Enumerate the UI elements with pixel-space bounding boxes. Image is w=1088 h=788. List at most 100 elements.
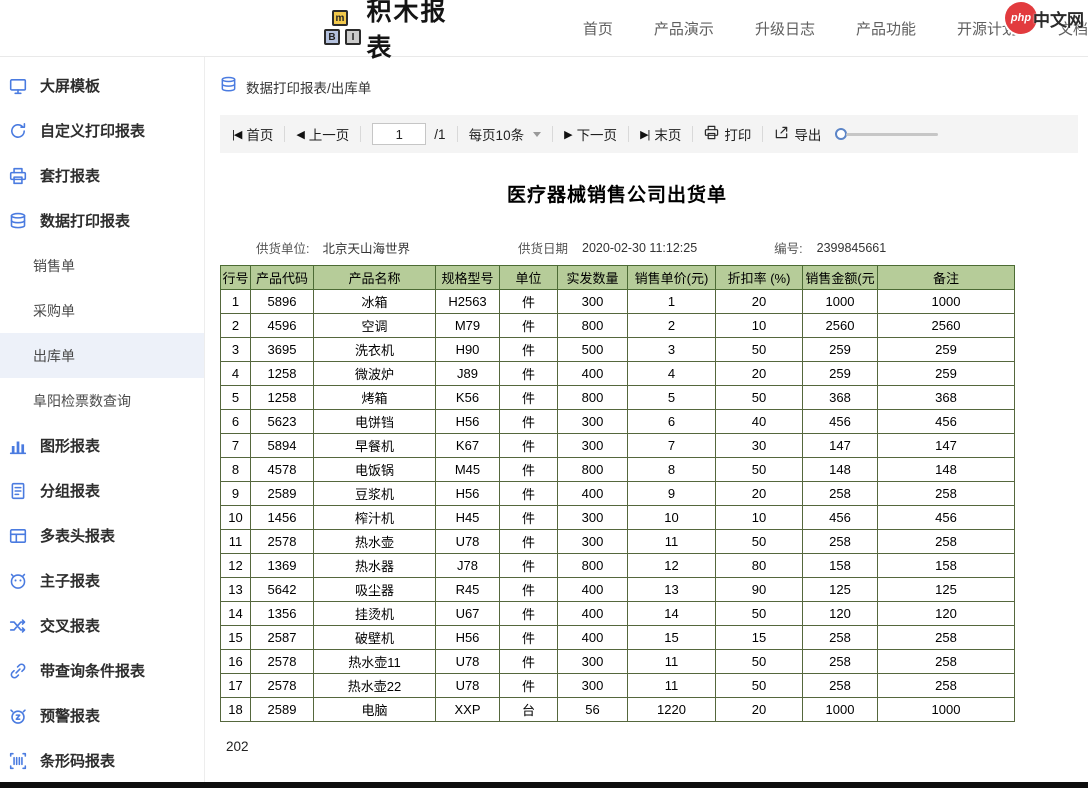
sidebar-item-master-detail-report[interactable]: 主子报表 xyxy=(0,558,204,603)
sidebar-subitem-fuyang-ticket-query[interactable]: 阜阳检票数查询 xyxy=(0,378,204,423)
cell-unit-price: 10 xyxy=(628,506,716,530)
divider xyxy=(457,126,458,142)
sidebar-item-alert-report[interactable]: 预警报表 xyxy=(0,693,204,738)
sidebar-item-dashboard-template[interactable]: 大屏模板 xyxy=(0,63,204,108)
sidebar-item-custom-print-report[interactable]: 自定义打印报表 xyxy=(0,108,204,153)
cell-unit-price: 4 xyxy=(628,362,716,386)
next-page-button[interactable]: ▶ 下一页 xyxy=(564,124,617,144)
cell-product-name: 榨汁机 xyxy=(314,506,436,530)
cell-row-no: 11 xyxy=(221,530,251,554)
sidebar-item-cross-report[interactable]: 交叉报表 xyxy=(0,603,204,648)
cell-row-no: 1 xyxy=(221,290,251,314)
cell-row-no: 14 xyxy=(221,602,251,626)
cell-actual-qty: 300 xyxy=(558,674,628,698)
table-row: 3 3695 洗衣机 H90 件 500 3 50 259 259 xyxy=(221,338,1015,362)
cell-actual-qty: 400 xyxy=(558,602,628,626)
sidebar-subitem-outbound-order[interactable]: 出库单 xyxy=(0,333,204,378)
cell-product-name: 破壁机 xyxy=(314,626,436,650)
cell-product-name: 烤箱 xyxy=(314,386,436,410)
cell-product-code: 1258 xyxy=(251,386,314,410)
cell-product-code: 2587 xyxy=(251,626,314,650)
logo-block-m: m xyxy=(332,10,348,26)
sidebar-item-barcode-report[interactable]: 条形码报表 xyxy=(0,738,204,783)
cell-product-name: 冰箱 xyxy=(314,290,436,314)
table-row: 5 1258 烤箱 K56 件 800 5 50 368 368 xyxy=(221,386,1015,410)
cell-unit-price: 13 xyxy=(628,578,716,602)
cell-discount-rate: 80 xyxy=(716,554,803,578)
cell-product-name: 吸尘器 xyxy=(314,578,436,602)
sidebar-subitem-sales-order[interactable]: 销售单 xyxy=(0,243,204,288)
cell-discount-rate: 50 xyxy=(716,338,803,362)
cell-unit: 件 xyxy=(500,602,558,626)
sidebar-item-overlay-print-report[interactable]: 套打报表 xyxy=(0,153,204,198)
cell-spec-model: H56 xyxy=(436,482,500,506)
page-number-input[interactable] xyxy=(372,123,426,145)
sidebar-item-graph-report[interactable]: 图形报表 xyxy=(0,423,204,468)
cell-sales-amount: 1000 xyxy=(803,698,878,722)
watermark-text: 中文网 xyxy=(1033,6,1084,31)
sidebar-item-multi-header-report[interactable]: 多表头报表 xyxy=(0,513,204,558)
table-row: 18 2589 电脑 XXP 台 56 1220 20 1000 1000 xyxy=(221,698,1015,722)
cell-discount-rate: 20 xyxy=(716,362,803,386)
cell-unit: 件 xyxy=(500,578,558,602)
cell-discount-rate: 15 xyxy=(716,626,803,650)
cell-unit: 件 xyxy=(500,650,558,674)
sidebar-item-group-report[interactable]: 分组报表 xyxy=(0,468,204,513)
pagination-toolbar: |◀ 首页 ◀ 上一页 /1 每页10条 ▶ 下一页 ▶| 末页 xyxy=(220,115,1078,153)
table-row: 17 2578 热水壶22 U78 件 300 11 50 258 258 xyxy=(221,674,1015,698)
cell-row-no: 9 xyxy=(221,482,251,506)
zoom-slider[interactable] xyxy=(835,128,938,140)
cell-product-name: 微波炉 xyxy=(314,362,436,386)
supplier-label: 供货单位: xyxy=(256,238,309,257)
cell-product-name: 热水壶 xyxy=(314,530,436,554)
table-row: 13 5642 吸尘器 R45 件 400 13 90 125 125 xyxy=(221,578,1015,602)
sidebar-subitem-purchase-order[interactable]: 采购单 xyxy=(0,288,204,333)
cell-product-code: 2589 xyxy=(251,698,314,722)
cell-product-name: 空调 xyxy=(314,314,436,338)
sidebar-item-query-condition-report[interactable]: 带查询条件报表 xyxy=(0,648,204,693)
cell-remark: 125 xyxy=(878,578,1015,602)
screen-icon xyxy=(9,76,28,95)
logo-block-b: B xyxy=(324,29,340,45)
cell-spec-model: H2563 xyxy=(436,290,500,314)
cell-remark: 259 xyxy=(878,338,1015,362)
cell-sales-amount: 259 xyxy=(803,338,878,362)
cell-row-no: 16 xyxy=(221,650,251,674)
cell-product-name: 热水壶11 xyxy=(314,650,436,674)
print-button[interactable]: 打印 xyxy=(704,124,751,144)
table-header-cell: 折扣率 (%) xyxy=(716,266,803,290)
logo-block-i: I xyxy=(345,29,361,45)
cell-sales-amount: 258 xyxy=(803,530,878,554)
cell-product-name: 挂烫机 xyxy=(314,602,436,626)
cell-remark: 258 xyxy=(878,650,1015,674)
cell-row-no: 12 xyxy=(221,554,251,578)
cell-actual-qty: 800 xyxy=(558,386,628,410)
cell-actual-qty: 400 xyxy=(558,578,628,602)
cell-remark: 258 xyxy=(878,482,1015,506)
sidebar-item-data-print-report[interactable]: 数据打印报表 xyxy=(0,198,204,243)
nav-item-product-demo[interactable]: 产品演示 xyxy=(654,18,714,39)
nav-item-product-features[interactable]: 产品功能 xyxy=(856,18,916,39)
table-header-cell: 产品代码 xyxy=(251,266,314,290)
nav-item-home[interactable]: 首页 xyxy=(583,18,613,39)
first-page-button[interactable]: |◀ 首页 xyxy=(232,124,273,144)
cell-actual-qty: 800 xyxy=(558,554,628,578)
cell-remark: 158 xyxy=(878,554,1015,578)
cell-product-code: 4578 xyxy=(251,458,314,482)
export-button[interactable]: 导出 xyxy=(774,124,821,144)
cell-discount-rate: 20 xyxy=(716,698,803,722)
top-header: m B I 积木报表 首页 产品演示 升级日志 产品功能 开源计划 文档 php… xyxy=(0,0,1088,57)
cell-product-name: 电饭锅 xyxy=(314,458,436,482)
table-row: 15 2587 破壁机 H56 件 400 15 15 258 258 xyxy=(221,626,1015,650)
nav-item-changelog[interactable]: 升级日志 xyxy=(755,18,815,39)
table-body: 1 5896 冰箱 H2563 件 300 1 20 1000 1000 2 4… xyxy=(221,290,1015,722)
cell-spec-model: XXP xyxy=(436,698,500,722)
cell-actual-qty: 56 xyxy=(558,698,628,722)
prev-page-button[interactable]: ◀ 上一页 xyxy=(296,124,349,144)
page-size-dropdown[interactable]: 每页10条 xyxy=(469,124,542,144)
last-page-button[interactable]: ▶| 末页 xyxy=(640,124,681,144)
cell-sales-amount: 456 xyxy=(803,506,878,530)
cell-unit: 件 xyxy=(500,530,558,554)
alarm-icon xyxy=(9,706,28,725)
report-page: 医疗器械销售公司出货单 供货单位: 北京天山海世界 供货日期 2020-02-3… xyxy=(220,180,1014,754)
